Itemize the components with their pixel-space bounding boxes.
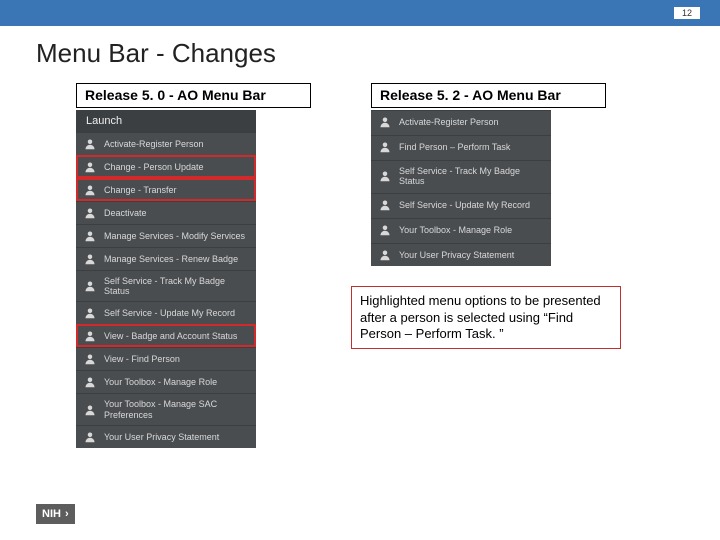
person-icon — [379, 170, 391, 182]
menu-item[interactable]: Your User Privacy Statement — [371, 243, 551, 266]
person-icon — [84, 230, 96, 242]
person-icon — [84, 376, 96, 388]
launch-header: Launch — [76, 110, 256, 132]
menu-item[interactable]: Your Toolbox - Manage Role — [76, 370, 256, 393]
menu-item[interactable]: View - Badge and Account Status — [76, 324, 256, 347]
menu-item[interactable]: Your User Privacy Statement — [76, 425, 256, 448]
menu-item-label: Find Person – Perform Task — [399, 142, 510, 152]
person-icon — [379, 141, 391, 153]
person-icon — [379, 199, 391, 211]
menu-item-label: Deactivate — [104, 208, 147, 218]
menu-item-label: Manage Services - Modify Services — [104, 231, 245, 241]
menu-item-label: View - Badge and Account Status — [104, 331, 237, 341]
menu-item-label: View - Find Person — [104, 354, 180, 364]
person-icon — [84, 307, 96, 319]
person-icon — [84, 353, 96, 365]
page-number: 12 — [674, 7, 700, 19]
person-icon — [84, 404, 96, 416]
menu-item-label: Self Service - Update My Record — [399, 200, 530, 210]
right-menu: Activate-Register Person Find Person – P… — [371, 110, 551, 267]
person-icon — [84, 184, 96, 196]
right-heading-box: Release 5. 2 - AO Menu Bar — [371, 83, 606, 108]
menu-item[interactable]: Activate-Register Person — [76, 132, 256, 155]
menu-item[interactable]: Change - Transfer — [76, 178, 256, 201]
nih-label: NIH — [42, 508, 61, 520]
menu-item-label: Self Service - Track My Badge Status — [104, 276, 248, 297]
menu-item[interactable]: Manage Services - Renew Badge — [76, 247, 256, 270]
menu-item[interactable]: Self Service - Update My Record — [76, 301, 256, 324]
menu-item[interactable]: Manage Services - Modify Services — [76, 224, 256, 247]
column-right: Release 5. 2 - AO Menu Bar Activate-Regi… — [371, 83, 606, 448]
person-icon — [84, 207, 96, 219]
column-left: Release 5. 0 - AO Menu Bar Launch Activa… — [76, 83, 311, 448]
callout-note: Highlighted menu options to be presented… — [351, 286, 621, 349]
columns: Release 5. 0 - AO Menu Bar Launch Activa… — [0, 83, 720, 448]
menu-item-label: Your Toolbox - Manage Role — [399, 225, 512, 235]
left-menu: Launch Activate-Register Person Change -… — [76, 110, 256, 448]
menu-item-label: Self Service - Update My Record — [104, 308, 235, 318]
menu-item-label: Manage Services - Renew Badge — [104, 254, 238, 264]
menu-item[interactable]: Activate-Register Person — [371, 110, 551, 133]
menu-item-label: Activate-Register Person — [104, 139, 204, 149]
menu-item-label: Change - Person Update — [104, 162, 204, 172]
person-icon — [84, 138, 96, 150]
menu-item[interactable]: Find Person – Perform Task — [371, 135, 551, 158]
person-icon — [84, 161, 96, 173]
person-icon — [84, 431, 96, 443]
menu-item-label: Your User Privacy Statement — [104, 432, 219, 442]
menu-item[interactable]: Your Toolbox - Manage Role — [371, 218, 551, 241]
person-icon — [379, 224, 391, 236]
menu-item-label: Activate-Register Person — [399, 117, 499, 127]
menu-item[interactable]: Self Service - Update My Record — [371, 193, 551, 216]
person-icon — [84, 280, 96, 292]
chevron-right-icon: › — [65, 509, 69, 520]
top-bar: 12 — [0, 0, 720, 26]
person-icon — [379, 116, 391, 128]
menu-item[interactable]: Your Toolbox - Manage SAC Preferences — [76, 393, 256, 425]
slide-title: Menu Bar - Changes — [0, 26, 720, 83]
menu-item[interactable]: View - Find Person — [76, 347, 256, 370]
menu-item[interactable]: Self Service - Track My Badge Status — [371, 160, 551, 192]
menu-item-label: Change - Transfer — [104, 185, 177, 195]
menu-item-label: Self Service - Track My Badge Status — [399, 166, 543, 187]
nih-logo: NIH › — [36, 504, 75, 524]
person-icon — [84, 330, 96, 342]
menu-item[interactable]: Deactivate — [76, 201, 256, 224]
menu-item-label: Your Toolbox - Manage Role — [104, 377, 217, 387]
person-icon — [84, 253, 96, 265]
menu-item-label: Your User Privacy Statement — [399, 250, 514, 260]
person-icon — [379, 249, 391, 261]
menu-item[interactable]: Self Service - Track My Badge Status — [76, 270, 256, 302]
menu-item[interactable]: Change - Person Update — [76, 155, 256, 178]
menu-item-label: Your Toolbox - Manage SAC Preferences — [104, 399, 248, 420]
left-heading-box: Release 5. 0 - AO Menu Bar — [76, 83, 311, 108]
